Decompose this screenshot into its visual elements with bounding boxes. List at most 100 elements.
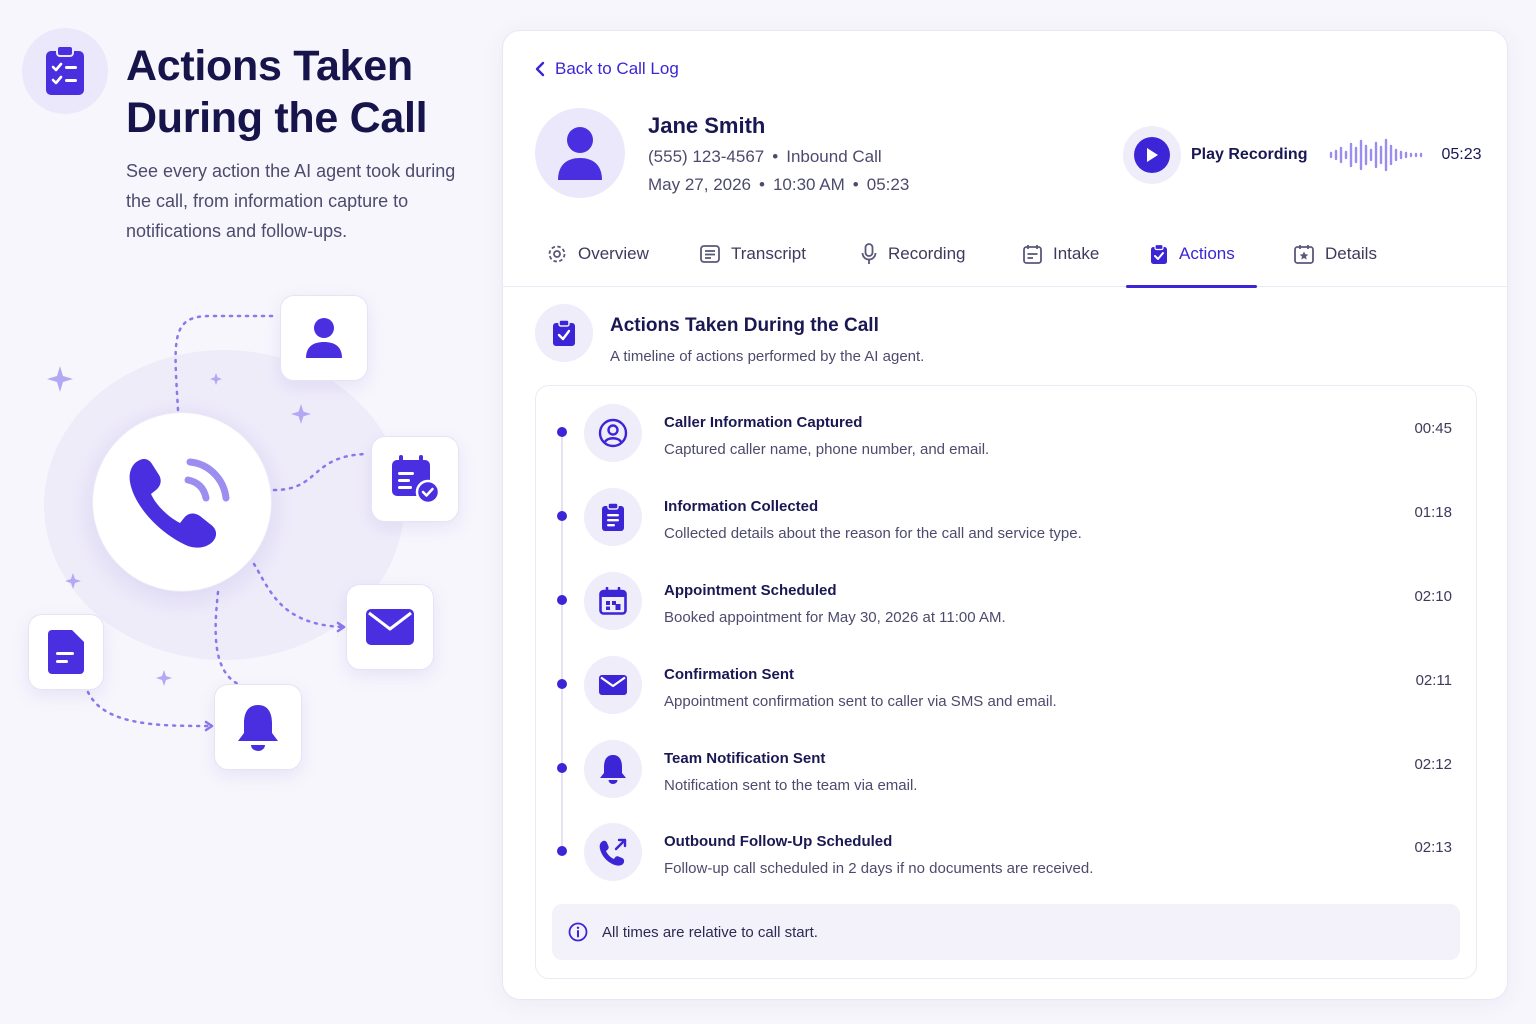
envelope-icon xyxy=(599,675,627,695)
phone-outgoing-icon xyxy=(599,838,627,866)
bell-icon xyxy=(238,705,278,751)
action-icon xyxy=(584,740,642,798)
hero-title: Actions Taken During the Call xyxy=(126,42,428,142)
hero-subtitle: See every action the AI agent took durin… xyxy=(126,161,456,241)
timeline-dot xyxy=(557,846,567,856)
tab-overview[interactable]: Overview xyxy=(547,221,649,287)
section-title: Actions Taken During the Call xyxy=(610,315,879,336)
action-description: Collected details about the reason for t… xyxy=(664,525,1082,542)
actions-timeline: Caller Information Captured Captured cal… xyxy=(535,385,1477,979)
clipboard-check-icon xyxy=(553,319,575,346)
timeline-dot xyxy=(557,595,567,605)
action-time: 02:11 xyxy=(1415,672,1452,689)
play-recording-label: Play Recording xyxy=(1191,146,1308,163)
illustration-email-card xyxy=(346,584,434,670)
phone-hub xyxy=(92,412,272,592)
recording-duration: 05:23 xyxy=(1441,146,1482,163)
timeline-dot xyxy=(557,763,567,773)
bell-icon xyxy=(600,755,626,784)
call-duration: 05:23 xyxy=(866,175,910,194)
tab-bar: Overview Transcript Recording Intake Act… xyxy=(503,221,1507,288)
action-description: Notification sent to the team via email. xyxy=(664,777,918,794)
timeline-item[interactable]: Confirmation Sent Appointment confirmati… xyxy=(536,642,1476,726)
tab-actions[interactable]: Actions xyxy=(1126,221,1257,288)
action-time: 02:12 xyxy=(1414,756,1452,773)
tab-transcript[interactable]: Transcript xyxy=(700,221,806,287)
microphone-icon xyxy=(861,243,877,264)
action-title: Information Collected xyxy=(664,498,819,515)
user-circle-icon xyxy=(598,418,628,448)
call-meta-line: May 27, 2026 • 10:30 AM • 05:23 xyxy=(648,175,910,194)
tab-label: Intake xyxy=(1053,244,1100,263)
tab-intake[interactable]: Intake xyxy=(1023,221,1099,287)
calendar-check-icon xyxy=(392,455,440,504)
envelope-icon xyxy=(366,609,414,645)
action-icon xyxy=(584,488,642,546)
tab-recording[interactable]: Recording xyxy=(861,221,966,287)
recording-player: Play Recording 05:23 xyxy=(1123,126,1482,184)
play-recording-button[interactable] xyxy=(1123,126,1181,184)
action-title: Confirmation Sent xyxy=(664,666,794,683)
waveform-icon[interactable] xyxy=(1329,138,1425,172)
overview-icon xyxy=(548,245,566,263)
section-icon xyxy=(535,304,593,362)
hero-badge xyxy=(22,28,108,114)
action-title: Caller Information Captured xyxy=(664,414,863,431)
action-icon xyxy=(584,823,642,881)
action-icon xyxy=(584,404,642,462)
caller-name: Jane Smith xyxy=(648,113,766,138)
tab-label: Recording xyxy=(888,244,966,263)
action-description: Booked appointment for May 30, 2026 at 1… xyxy=(664,609,1006,626)
timeline-dot xyxy=(557,511,567,521)
back-to-call-log-link[interactable]: Back to Call Log xyxy=(535,59,679,79)
action-title: Outbound Follow-Up Scheduled xyxy=(664,833,893,850)
illustration-user-card xyxy=(280,295,368,381)
timing-note-text: All times are relative to call start. xyxy=(602,923,818,941)
action-icon xyxy=(584,656,642,714)
tab-label: Overview xyxy=(578,244,649,263)
user-icon xyxy=(558,127,602,180)
timeline-item[interactable]: Team Notification Sent Notification sent… xyxy=(536,726,1476,810)
timeline-item[interactable]: Appointment Scheduled Booked appointment… xyxy=(536,558,1476,642)
illustration-calendar-card xyxy=(371,436,459,522)
timeline-item[interactable]: Caller Information Captured Captured cal… xyxy=(536,390,1476,474)
play-icon xyxy=(1147,148,1158,162)
tab-label: Details xyxy=(1325,244,1377,263)
back-label: Back to Call Log xyxy=(555,59,679,78)
illustration-bell-card xyxy=(214,684,302,770)
caller-phone: (555) 123-4567 xyxy=(648,147,765,166)
info-icon xyxy=(568,922,588,942)
action-time: 01:18 xyxy=(1414,504,1452,521)
clipboard-list-icon xyxy=(602,502,624,531)
timeline-dot xyxy=(557,427,567,437)
timeline-item[interactable]: Information Collected Collected details … xyxy=(536,474,1476,558)
illustration-document-card xyxy=(28,614,104,690)
clipboard-check-icon xyxy=(1151,243,1167,264)
action-time: 02:10 xyxy=(1414,588,1452,605)
action-time: 02:13 xyxy=(1414,839,1452,856)
action-icon xyxy=(584,572,642,630)
clipboard-list-icon xyxy=(46,45,84,95)
action-description: Captured caller name, phone number, and … xyxy=(664,441,990,458)
calendar-icon xyxy=(599,587,627,615)
timeline-dot xyxy=(557,679,567,689)
hero-illustration xyxy=(0,280,490,800)
section-subtitle: A timeline of actions performed by the A… xyxy=(610,348,925,365)
chevron-left-icon xyxy=(535,61,545,77)
call-detail-panel: Back to Call Log Jane Smith (555) 123-45… xyxy=(502,30,1508,1000)
phone-ringing-icon xyxy=(129,458,230,548)
intake-icon xyxy=(1023,245,1042,264)
timeline-item[interactable]: Outbound Follow-Up Scheduled Follow-up c… xyxy=(536,809,1476,893)
details-icon xyxy=(1294,245,1314,264)
transcript-icon xyxy=(700,245,720,263)
action-title: Team Notification Sent xyxy=(664,750,826,767)
user-icon xyxy=(306,318,342,358)
action-description: Follow-up call scheduled in 2 days if no… xyxy=(664,860,1094,877)
caller-contact-line: (555) 123-4567 • Inbound Call xyxy=(648,147,882,166)
tab-label: Actions xyxy=(1179,244,1235,263)
call-date: May 27, 2026 xyxy=(648,175,752,194)
tab-details[interactable]: Details xyxy=(1294,221,1377,287)
action-time: 00:45 xyxy=(1414,420,1452,437)
document-icon xyxy=(48,630,84,674)
call-type: Inbound Call xyxy=(786,147,882,166)
